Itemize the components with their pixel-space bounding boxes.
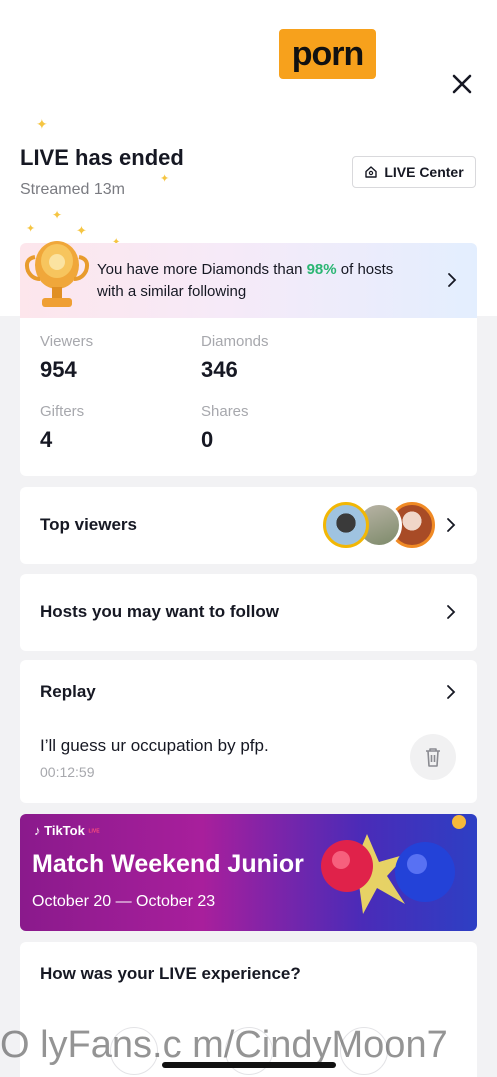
watermark-text: O lyFans.c m/CindyMoon7 bbox=[0, 1024, 448, 1066]
promo-dates: October 20 — October 23 bbox=[32, 893, 216, 910]
avatar bbox=[323, 502, 369, 548]
top-viewers-avatars bbox=[323, 502, 435, 548]
replay-item-title[interactable]: I’ll guess ur occupation by pfp. bbox=[40, 736, 269, 756]
promo-banner[interactable]: ♪ TikTok LIVE Match Weekend Junior Octob… bbox=[20, 814, 477, 931]
trophy-icon bbox=[24, 241, 90, 307]
close-button[interactable] bbox=[446, 68, 478, 100]
tiktok-icon: ♪ bbox=[34, 823, 41, 838]
experience-question: How was your LIVE experience? bbox=[40, 964, 301, 983]
sparkle-icon: ✦ bbox=[26, 223, 36, 235]
diamonds-banner[interactable]: You have more Diamonds than 98% of hosts… bbox=[20, 241, 477, 318]
promo-title: Match Weekend Junior bbox=[32, 850, 304, 878]
stat-label-diamonds: Diamonds bbox=[201, 333, 269, 350]
page-title: LIVE has ended bbox=[20, 145, 184, 170]
banner-text-before: You have more Diamonds than bbox=[97, 261, 307, 278]
delete-replay-button[interactable] bbox=[410, 734, 456, 780]
chevron-right-icon bbox=[448, 273, 457, 287]
replay-item-duration: 00:12:59 bbox=[40, 764, 95, 780]
chevron-right-icon bbox=[447, 518, 456, 532]
top-viewers-label: Top viewers bbox=[40, 515, 137, 534]
diamonds-percent: 98% bbox=[306, 261, 337, 278]
diamonds-comparison-text: You have more Diamonds than 98% of hosts… bbox=[97, 259, 417, 303]
stats-card: Viewers 954 Diamonds 346 Gifters 4 Share… bbox=[20, 318, 477, 476]
sparkle-icon: ✦ bbox=[160, 173, 170, 185]
sparkle-icon: ✦ bbox=[52, 208, 63, 222]
trash-icon bbox=[426, 748, 440, 767]
chevron-right-icon bbox=[447, 605, 456, 619]
stat-value-gifters: 4 bbox=[40, 427, 53, 452]
promo-brand: ♪ TikTok LIVE bbox=[34, 823, 100, 838]
hosts-to-follow-row[interactable]: Hosts you may want to follow bbox=[20, 574, 477, 651]
replay-title: Replay bbox=[40, 682, 96, 701]
boxing-gloves-illustration bbox=[321, 815, 466, 914]
site-logo: porn bbox=[279, 29, 376, 79]
promo-brand-name: TikTok bbox=[44, 823, 85, 838]
stat-value-viewers: 954 bbox=[40, 357, 77, 382]
stat-value-shares: 0 bbox=[201, 427, 214, 452]
chevron-right-icon[interactable] bbox=[445, 682, 457, 702]
home-icon bbox=[365, 166, 378, 178]
hosts-to-follow-label: Hosts you may want to follow bbox=[40, 602, 279, 621]
sparkle-icon: ✦ bbox=[36, 116, 48, 132]
close-icon bbox=[452, 74, 472, 94]
stat-label-gifters: Gifters bbox=[40, 403, 85, 420]
live-center-button[interactable]: LIVE Center bbox=[352, 156, 476, 188]
home-indicator[interactable] bbox=[162, 1062, 336, 1068]
live-center-label: LIVE Center bbox=[384, 164, 464, 180]
stat-value-diamonds: 346 bbox=[201, 357, 238, 382]
replay-card: Replay I’ll guess ur occupation by pfp. … bbox=[20, 660, 477, 803]
top-viewers-row[interactable]: Top viewers bbox=[20, 487, 477, 564]
stream-duration: Streamed 13m bbox=[20, 181, 125, 198]
promo-brand-tag: LIVE bbox=[88, 828, 100, 835]
stat-label-shares: Shares bbox=[201, 403, 249, 420]
stat-label-viewers: Viewers bbox=[40, 333, 94, 350]
